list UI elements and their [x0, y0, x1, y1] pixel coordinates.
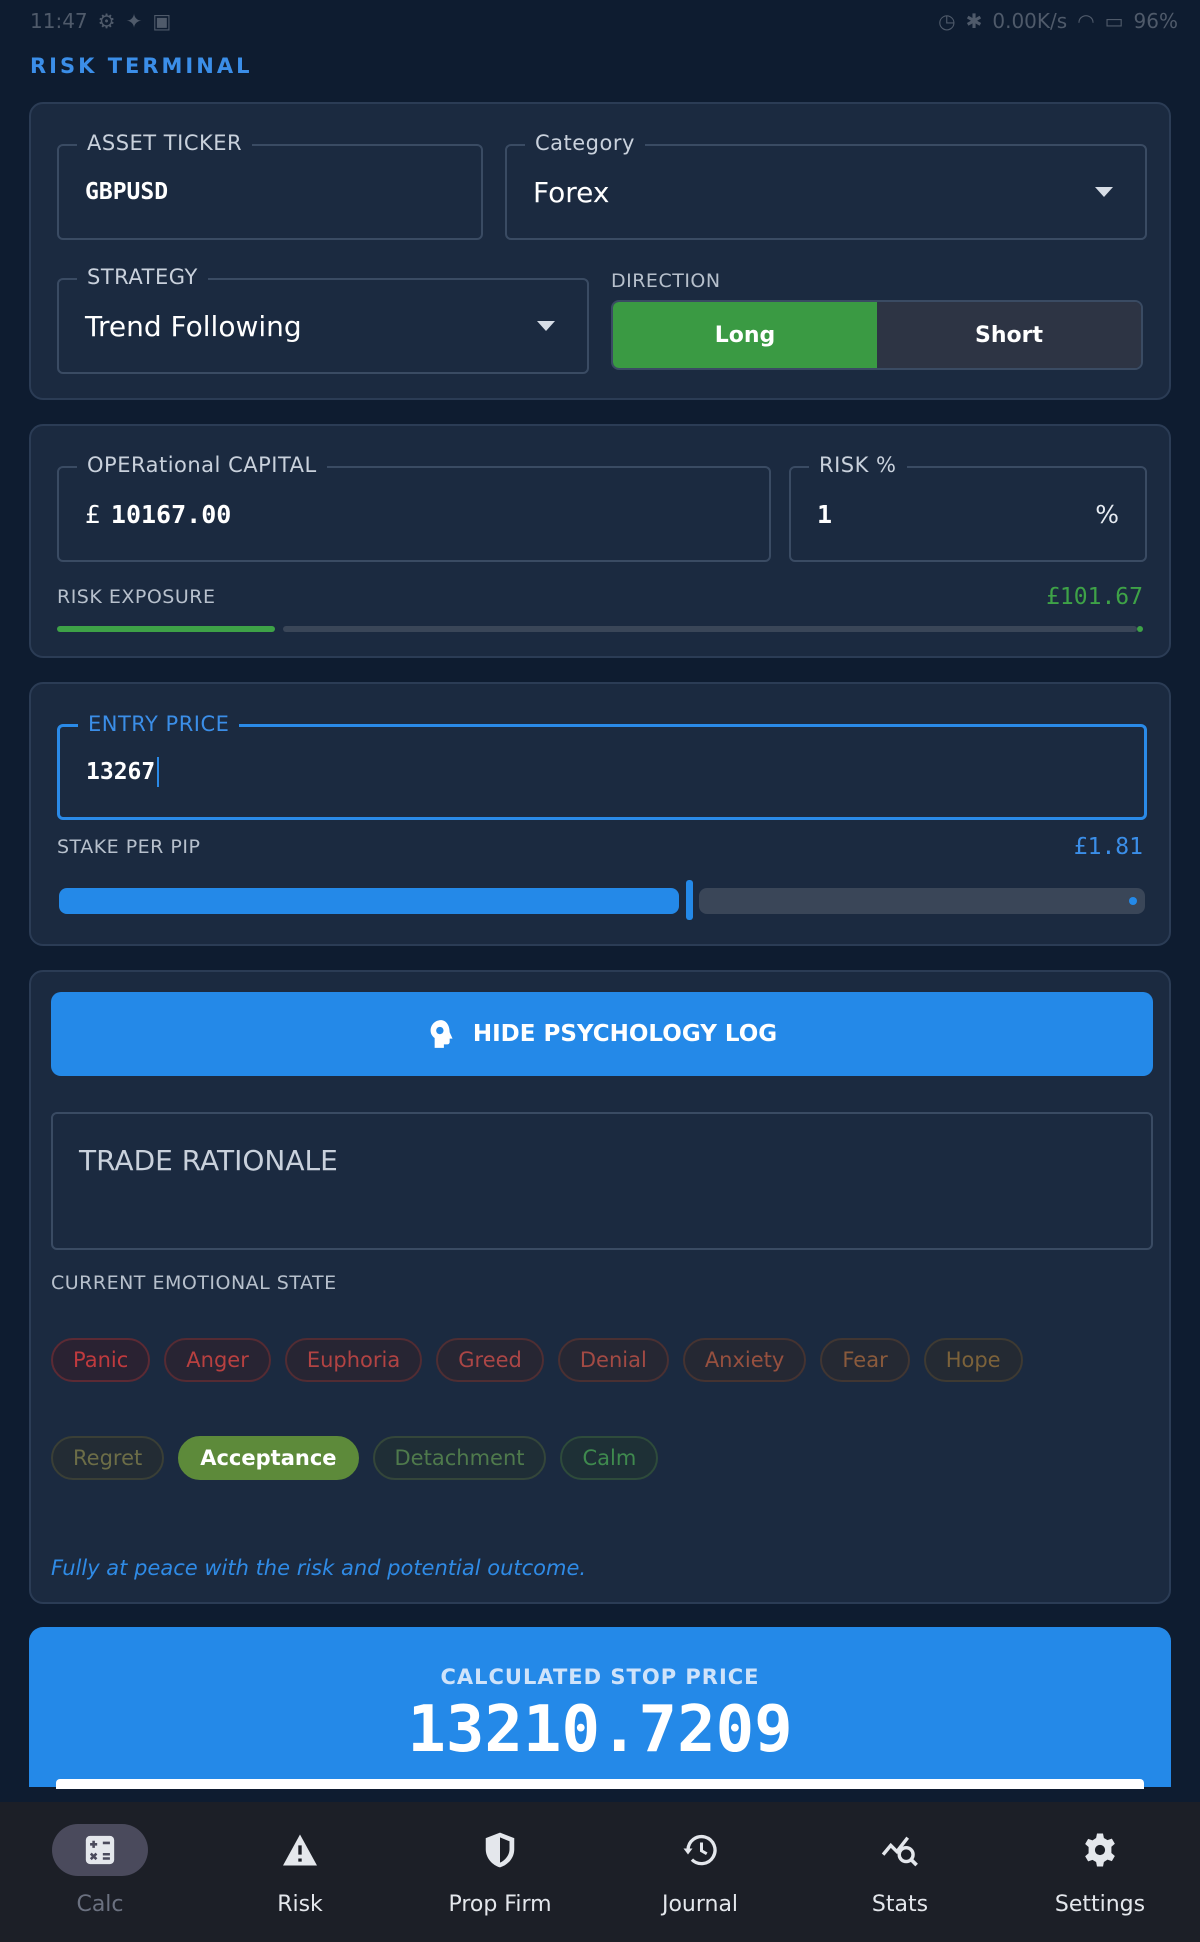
exposure-label: RISK EXPOSURE [57, 586, 216, 608]
app-title: RISK TERMINAL [30, 54, 253, 78]
emotion-chip-calm[interactable]: Calm [560, 1436, 659, 1480]
direction-label: DIRECTION [611, 270, 721, 292]
result-input-edge [56, 1779, 1144, 1789]
risk-percent-value: 1 [817, 499, 833, 529]
capital-field[interactable]: OPERational CAPITAL £ 10167.00 [57, 453, 771, 562]
stake-slider[interactable] [59, 880, 1145, 920]
emotion-chips-row2: Regret Acceptance Detachment Calm [51, 1436, 659, 1480]
direction-long-button[interactable]: Long [613, 302, 877, 368]
network-speed: 0.00K/s [992, 9, 1068, 33]
nav-label-prop-firm: Prop Firm [448, 1892, 552, 1917]
text-cursor [157, 757, 160, 787]
emotion-chip-denial[interactable]: Denial [557, 1338, 669, 1382]
stake-slider-thumb[interactable] [686, 880, 693, 920]
stop-price-card: CALCULATED STOP PRICE 13210.7209 [29, 1627, 1171, 1789]
rationale-placeholder: TRADE RATIONALE [79, 1144, 338, 1177]
calculator-icon [85, 1835, 115, 1865]
trade-rationale-input[interactable]: TRADE RATIONALE [51, 1112, 1153, 1250]
direction-short-button[interactable]: Short [877, 302, 1141, 368]
emotion-chip-detachment[interactable]: Detachment [372, 1436, 547, 1480]
psychology-card: HIDE PSYCHOLOGY LOG TRADE RATIONALE CURR… [29, 970, 1171, 1604]
bluetooth-icon: ✱ [965, 9, 983, 33]
psychology-toggle-label: HIDE PSYCHOLOGY LOG [472, 1021, 778, 1047]
nav-label-risk: Risk [277, 1892, 323, 1917]
nav-item-prop-firm[interactable]: Prop Firm [400, 1802, 600, 1942]
category-value: Forex [533, 175, 610, 209]
stats-search-icon [881, 1836, 918, 1867]
battery-level: 96% [1133, 9, 1178, 33]
warning-icon [283, 1834, 317, 1866]
emotion-description: Fully at peace with the risk and potenti… [51, 1556, 587, 1580]
ticker-field[interactable]: ASSET TICKER GBPUSD [57, 131, 483, 240]
emotion-chips-row1: Panic Anger Euphoria Greed Denial Anxiet… [51, 1338, 1023, 1382]
stake-value: £1.81 [1073, 834, 1143, 860]
emotion-chip-acceptance[interactable]: Acceptance [178, 1436, 359, 1480]
emotion-chip-anxiety[interactable]: Anxiety [682, 1338, 807, 1382]
exposure-end-dot [1137, 626, 1143, 632]
nav-label-journal: Journal [661, 1892, 739, 1917]
capital-value: 10167.00 [110, 499, 232, 529]
bottom-navigation: Calc Risk Prop Firm Journal Stats Settin… [0, 1802, 1200, 1942]
stake-label: STAKE PER PIP [57, 836, 201, 858]
exposure-value: £101.67 [1046, 584, 1143, 610]
app-notification-icon: ⚙ [97, 9, 116, 33]
stake-slider-track [699, 888, 1145, 914]
chevron-down-icon [1095, 187, 1113, 197]
emotion-chip-anger[interactable]: Anger [164, 1338, 271, 1382]
emotion-label: CURRENT EMOTIONAL STATE [51, 1272, 337, 1294]
gear-icon [1085, 1833, 1115, 1867]
hide-psychology-log-button[interactable]: HIDE PSYCHOLOGY LOG [51, 992, 1153, 1076]
stop-price-label: CALCULATED STOP PRICE [440, 1665, 760, 1689]
entry-card: ENTRY PRICE 13267 STAKE PER PIP £1.81 [29, 682, 1171, 946]
entry-price-input[interactable]: ENTRY PRICE 13267 [57, 712, 1147, 820]
history-icon [683, 1834, 717, 1866]
emotion-chip-regret[interactable]: Regret [51, 1436, 165, 1480]
direction-toggle: Long Short [611, 300, 1143, 370]
emotion-chip-fear[interactable]: Fear [820, 1338, 910, 1382]
chevron-down-icon [537, 321, 555, 331]
emotion-chip-hope[interactable]: Hope [923, 1338, 1023, 1382]
status-bar: 11:47 ⚙ ✦ ▣ ◷ ✱ 0.00K/s ◠ ▭ 96% [0, 0, 1200, 42]
risk-percent-field[interactable]: RISK % 1 % [789, 453, 1147, 562]
sparkle-icon: ✦ [125, 9, 143, 33]
nav-item-settings[interactable]: Settings [1000, 1802, 1200, 1942]
alarm-icon: ◷ [938, 9, 956, 33]
exposure-bar-fill [57, 626, 275, 632]
nav-item-risk[interactable]: Risk [200, 1802, 400, 1942]
strategy-select[interactable]: STRATEGY Trend Following [57, 265, 589, 374]
battery-icon: ▭ [1104, 9, 1124, 33]
emotion-chip-greed[interactable]: Greed [436, 1338, 544, 1382]
strategy-value: Trend Following [85, 309, 302, 343]
nav-label-calc: Calc [76, 1892, 124, 1917]
stop-price-value: 13210.7209 [407, 1693, 793, 1767]
wifi-icon: ◠ [1077, 9, 1095, 33]
shield-icon [485, 1832, 515, 1868]
exposure-bar-track [283, 626, 1137, 632]
entry-price-value: 13267 [86, 759, 156, 785]
stake-slider-end-dot [1129, 897, 1137, 905]
category-select[interactable]: Category Forex [505, 131, 1147, 240]
ticker-value: GBPUSD [85, 179, 169, 205]
emotion-chip-panic[interactable]: Panic [51, 1338, 151, 1382]
nav-item-stats[interactable]: Stats [800, 1802, 1000, 1942]
capital-card: OPERational CAPITAL £ 10167.00 RISK % 1 … [29, 424, 1171, 658]
status-time: 11:47 [30, 9, 88, 33]
emotion-chip-euphoria[interactable]: Euphoria [284, 1338, 423, 1382]
message-icon: ▣ [152, 9, 172, 33]
nav-label-stats: Stats [871, 1892, 929, 1917]
nav-item-calc[interactable]: Calc [0, 1802, 200, 1942]
nav-label-settings: Settings [1054, 1892, 1146, 1917]
percent-unit: % [1095, 499, 1119, 529]
stake-slider-fill [59, 888, 679, 914]
nav-item-journal[interactable]: Journal [600, 1802, 800, 1942]
currency-symbol: £ [85, 499, 101, 529]
brain-head-icon [430, 1020, 453, 1048]
